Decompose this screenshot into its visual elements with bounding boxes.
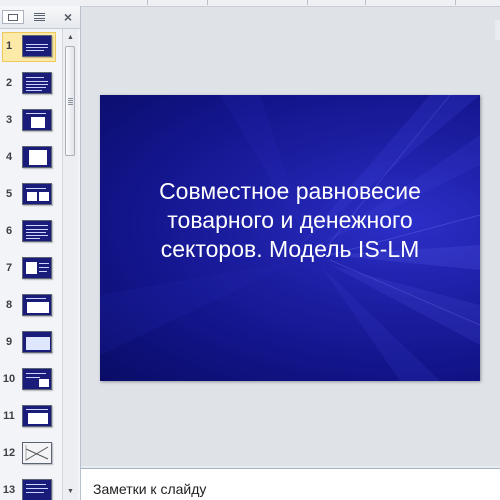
ruler-tick xyxy=(455,0,456,5)
slide-number: 13 xyxy=(2,484,16,496)
slide-thumbnail[interactable]: 5 xyxy=(0,180,62,210)
slide-thumbnail-list: 1 2 3 4 5 6 7 8 9 10 11 12 13 xyxy=(0,29,62,500)
close-icon: × xyxy=(63,9,73,25)
slide-thumbnail[interactable]: 4 xyxy=(0,143,62,173)
slide-thumbnail[interactable]: 3 xyxy=(0,106,62,136)
slide-title-line: секторов. Модель IS-LM xyxy=(160,236,420,262)
slide-title-line: товарного и денежного xyxy=(167,207,413,233)
scroll-up-button[interactable]: ▲ xyxy=(63,31,78,44)
slide-number: 5 xyxy=(5,188,13,200)
slide-thumbnail-image xyxy=(22,183,52,205)
notes-placeholder[interactable]: Заметки к слайду xyxy=(93,481,206,497)
slide-thumbnail-image xyxy=(22,72,52,94)
outline-tab-button[interactable] xyxy=(28,10,50,24)
notes-pane[interactable]: Заметки к слайду xyxy=(81,468,500,500)
slide-thumbnail[interactable]: 7 xyxy=(0,254,62,284)
slide-number: 8 xyxy=(5,299,13,311)
scroll-down-button[interactable]: ▼ xyxy=(63,485,78,498)
slide-number: 11 xyxy=(3,410,15,422)
outline-tab-icon xyxy=(33,13,45,21)
slide-number: 12 xyxy=(2,447,16,459)
slides-tab-button[interactable] xyxy=(2,10,24,24)
slide-title[interactable]: Совместное равновесие товарного и денежн… xyxy=(120,177,460,264)
slide-thumbnail-image xyxy=(22,405,52,427)
triangle-down-icon: ▼ xyxy=(67,488,74,495)
slides-tab-icon xyxy=(8,13,18,21)
slide-number: 4 xyxy=(5,151,13,163)
slide-number: 9 xyxy=(5,336,13,348)
slide-thumbnail[interactable]: 10 xyxy=(0,365,62,395)
close-pane-button[interactable]: × xyxy=(61,10,75,24)
slide-thumbnail-image xyxy=(22,368,52,390)
slide-thumbnail-image xyxy=(22,109,52,131)
slides-pane-scrollbar[interactable]: ▲ ▼ xyxy=(62,29,78,500)
slide-thumbnail[interactable]: 11 xyxy=(0,402,62,432)
slides-pane-header: × xyxy=(0,6,80,29)
window-edge xyxy=(495,20,500,40)
slide-thumbnail[interactable]: 12 xyxy=(0,439,62,469)
slide-number: 6 xyxy=(5,225,13,237)
ruler-tick xyxy=(307,0,308,5)
slide-thumbnail[interactable]: 6 xyxy=(0,217,62,247)
slide-thumbnail-image xyxy=(22,294,52,316)
slide-thumbnail[interactable]: 1 xyxy=(0,32,62,62)
slides-pane: × 1 2 3 4 5 6 7 8 9 10 11 12 13 ▲ ▼ xyxy=(0,6,81,500)
slide-editing-area: Совместное равновесие товарного и денежн… xyxy=(81,7,500,466)
triangle-up-icon: ▲ xyxy=(67,34,74,41)
slide-number: 2 xyxy=(5,77,13,89)
slide-title-line: Совместное равновесие xyxy=(159,178,421,204)
slide-thumbnail-image xyxy=(22,257,52,279)
ruler-tick xyxy=(365,0,366,5)
ruler-tick xyxy=(207,0,208,5)
slide-number: 1 xyxy=(5,40,13,52)
slide-thumbnail-image xyxy=(22,479,52,500)
current-slide[interactable]: Совместное равновесие товарного и денежн… xyxy=(100,95,480,381)
slide-thumbnail-image xyxy=(22,442,52,464)
slide-number: 7 xyxy=(5,262,13,274)
slide-number: 3 xyxy=(5,114,13,126)
scrollbar-thumb[interactable] xyxy=(65,46,75,156)
ruler-tick xyxy=(147,0,148,5)
slide-thumbnail[interactable]: 2 xyxy=(0,69,62,99)
slide-thumbnail[interactable]: 8 xyxy=(0,291,62,321)
slide-thumbnail-image xyxy=(22,220,52,242)
slide-number: 10 xyxy=(2,373,16,385)
slide-thumbnail-image xyxy=(22,146,52,168)
slide-thumbnail[interactable]: 9 xyxy=(0,328,62,358)
slide-thumbnail[interactable]: 13 xyxy=(0,476,62,500)
slide-thumbnail-image xyxy=(22,331,52,353)
slide-thumbnail-image xyxy=(22,35,52,57)
